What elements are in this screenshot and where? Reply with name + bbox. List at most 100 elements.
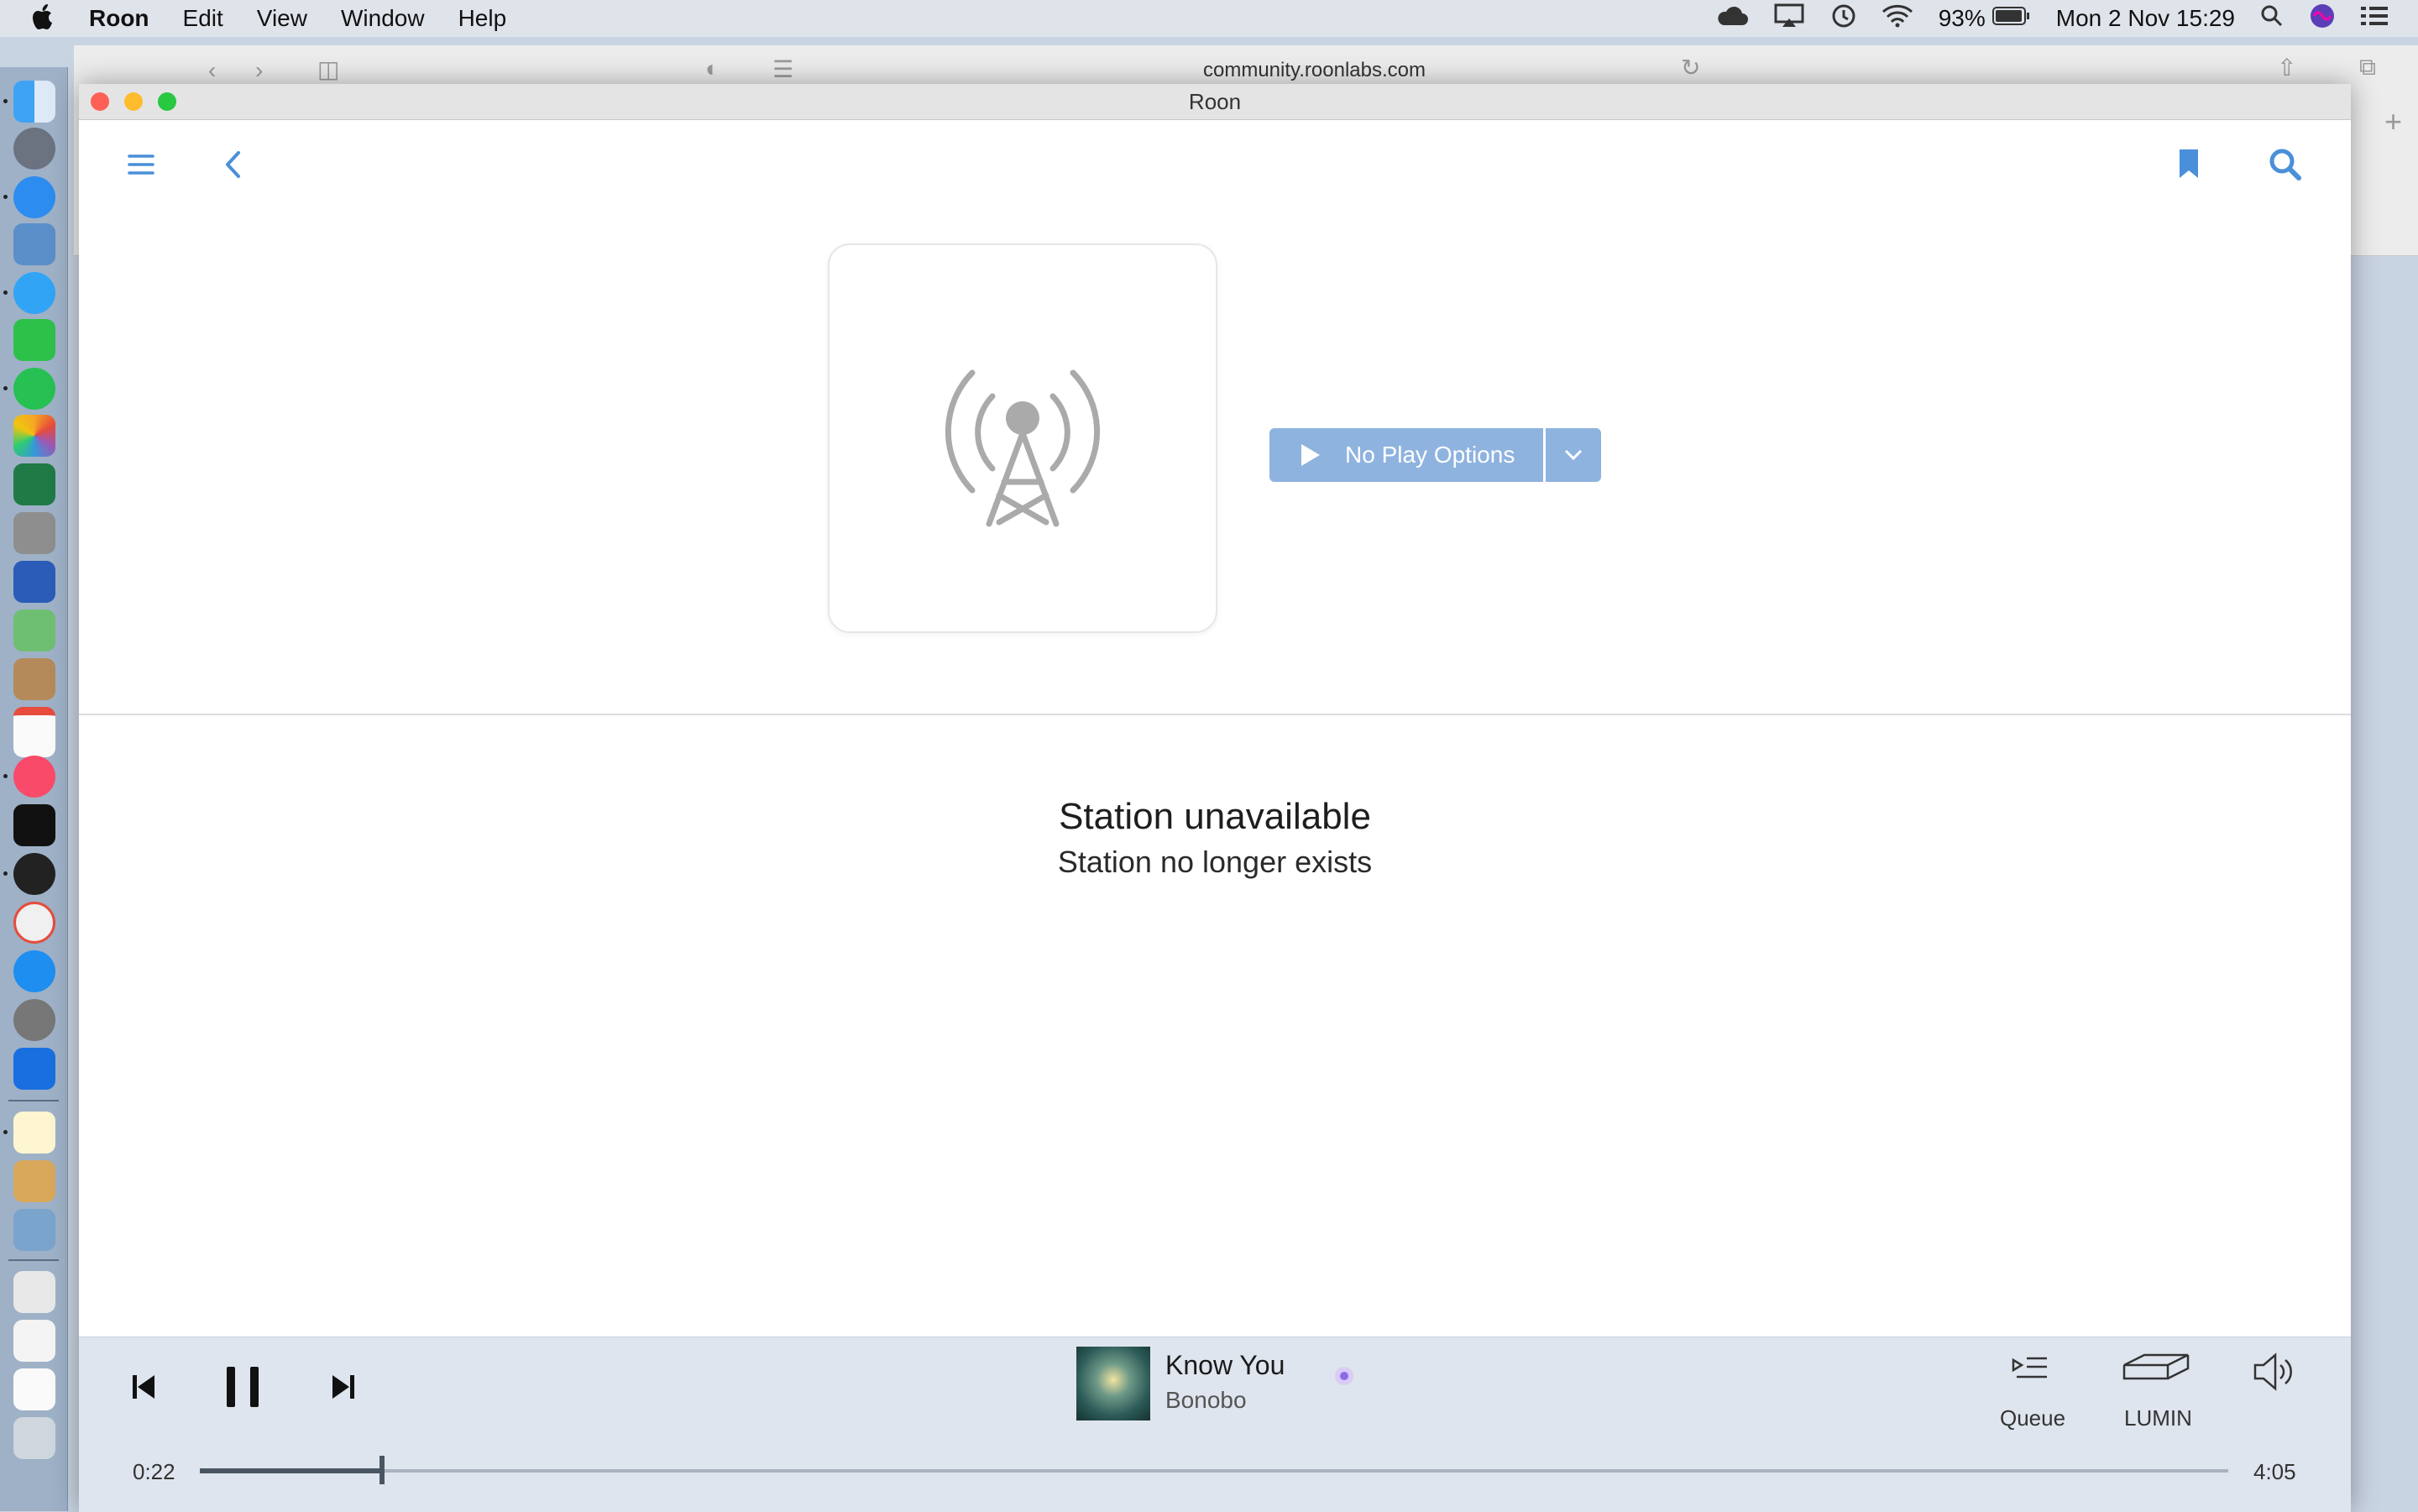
queue-icon[interactable]: [2012, 1355, 2049, 1389]
running-indicator: [3, 290, 8, 295]
status-subtitle: Station no longer exists: [1057, 845, 1373, 879]
spotlight-search-icon[interactable]: [2260, 4, 2284, 34]
menu-edit[interactable]: Edit: [183, 5, 223, 32]
sidebar-toggle-icon[interactable]: ◫: [317, 55, 339, 83]
photos-icon[interactable]: [13, 415, 55, 457]
menu-help[interactable]: Help: [458, 5, 507, 32]
airplay-icon[interactable]: [1774, 3, 1804, 34]
browser-forward-icon[interactable]: ›: [255, 57, 263, 84]
new-tab-icon[interactable]: +: [2384, 104, 2402, 139]
hamburger-menu-icon[interactable]: [128, 153, 154, 180]
word-icon[interactable]: [13, 561, 55, 603]
safari-icon[interactable]: [13, 176, 55, 218]
zone-label[interactable]: LUMIN: [2124, 1405, 2192, 1431]
reload-icon[interactable]: ↻: [1681, 54, 1700, 81]
station-artwork: [828, 243, 1217, 633]
whatsapp-icon[interactable]: [13, 368, 55, 410]
bookmark-icon[interactable]: [2178, 148, 2200, 184]
menu-bar: Roon Edit View Window Help 93% Mon 2 Nov…: [0, 0, 2418, 37]
tabs-overview-icon[interactable]: ⧉: [2359, 54, 2376, 81]
trash-icon[interactable]: [13, 1417, 55, 1459]
battery-percentage[interactable]: 93%: [1939, 5, 1986, 32]
reader-icon[interactable]: ☰: [772, 55, 793, 83]
back-icon[interactable]: [223, 149, 243, 184]
progress-fill: [200, 1468, 383, 1473]
running-indicator: [3, 871, 8, 876]
music-icon[interactable]: [13, 756, 55, 798]
launchpad-icon[interactable]: [13, 128, 55, 170]
wifi-icon[interactable]: [1882, 4, 1913, 34]
play-options-label: No Play Options: [1345, 442, 1515, 468]
time-machine-icon[interactable]: [1829, 3, 1856, 35]
privacy-shield-icon[interactable]: ◐: [705, 55, 720, 82]
minimize-window-button[interactable]: [124, 92, 143, 111]
downloads-folder-icon[interactable]: [13, 1271, 55, 1313]
album-art-thumbnail[interactable]: [1076, 1347, 1150, 1420]
notes-icon[interactable]: [13, 1112, 55, 1154]
menu-app-name[interactable]: Roon: [89, 5, 149, 32]
play-icon: [1300, 442, 1322, 468]
close-window-button[interactable]: [91, 92, 109, 111]
window-titlebar: Roon: [79, 84, 2351, 120]
calculator-icon[interactable]: [13, 512, 55, 554]
messages-icon[interactable]: [13, 272, 55, 314]
image-capture-icon[interactable]: [13, 1209, 55, 1251]
document-stack-icon[interactable]: [13, 1368, 55, 1410]
previous-track-icon[interactable]: [131, 1373, 156, 1405]
preview-icon[interactable]: [13, 223, 55, 265]
chevron-down-icon: [1564, 449, 1583, 461]
control-center-icon[interactable]: [2361, 4, 2388, 34]
excel-icon[interactable]: [13, 463, 55, 505]
icloud-icon[interactable]: [1715, 5, 1749, 33]
battery-icon[interactable]: [1991, 5, 2031, 32]
calendar-icon[interactable]: [13, 707, 55, 757]
apple-menu-icon[interactable]: [32, 3, 55, 34]
radio-tower-icon: [932, 353, 1113, 533]
clock[interactable]: Mon 2 Nov 15:29: [2056, 5, 2235, 32]
maps-icon[interactable]: [13, 610, 55, 651]
play-options-button[interactable]: No Play Options: [1269, 428, 1543, 482]
roon-icon[interactable]: [13, 853, 55, 895]
play-options-dropdown[interactable]: [1546, 428, 1601, 482]
contacts-icon[interactable]: [13, 658, 55, 700]
facetime-icon[interactable]: [13, 319, 55, 361]
running-indicator: [3, 774, 8, 778]
signal-path-indicator-icon[interactable]: [1333, 1365, 1355, 1391]
status-title: Station unavailable: [1059, 796, 1371, 837]
dock: [0, 67, 68, 1511]
share-icon[interactable]: ⇧: [2277, 54, 2296, 81]
screenshot-stack-icon[interactable]: [13, 1320, 55, 1362]
finder-icon[interactable]: [13, 81, 55, 123]
url-bar[interactable]: community.roonlabs.com: [1203, 59, 1426, 82]
sky-go-icon[interactable]: [13, 1048, 55, 1090]
section-divider: [79, 714, 2351, 715]
siri-icon[interactable]: [2309, 3, 2336, 35]
sonos-icon[interactable]: [13, 1160, 55, 1202]
next-track-icon[interactable]: [331, 1373, 356, 1405]
track-title[interactable]: Know You: [1165, 1350, 1285, 1381]
total-duration: 4:05: [2253, 1459, 2296, 1484]
elapsed-time: 0:22: [133, 1459, 175, 1484]
running-indicator: [3, 386, 8, 390]
tidal-icon[interactable]: [13, 804, 55, 846]
search-icon[interactable]: [2269, 148, 2302, 186]
zone-device-icon[interactable]: [2121, 1352, 2191, 1393]
queue-label[interactable]: Queue: [2000, 1405, 2065, 1431]
pause-icon[interactable]: [225, 1365, 260, 1413]
window-title: Roon: [1188, 89, 1242, 114]
system-preferences-icon[interactable]: [13, 999, 55, 1041]
progress-knob[interactable]: [379, 1456, 385, 1484]
menu-window[interactable]: Window: [341, 5, 425, 32]
browser-back-icon[interactable]: ‹: [208, 57, 216, 84]
progress-track[interactable]: [200, 1469, 2228, 1473]
running-indicator: [3, 195, 8, 199]
dock-separator: [8, 1259, 59, 1261]
menu-view[interactable]: View: [257, 5, 307, 32]
volume-icon[interactable]: [2252, 1352, 2295, 1396]
track-artist[interactable]: Bonobo: [1165, 1387, 1247, 1414]
zoom-window-button[interactable]: [158, 92, 176, 111]
news-icon[interactable]: [13, 902, 55, 944]
running-indicator: [3, 99, 8, 103]
running-indicator: [3, 1130, 8, 1134]
app-store-icon[interactable]: [13, 950, 55, 992]
